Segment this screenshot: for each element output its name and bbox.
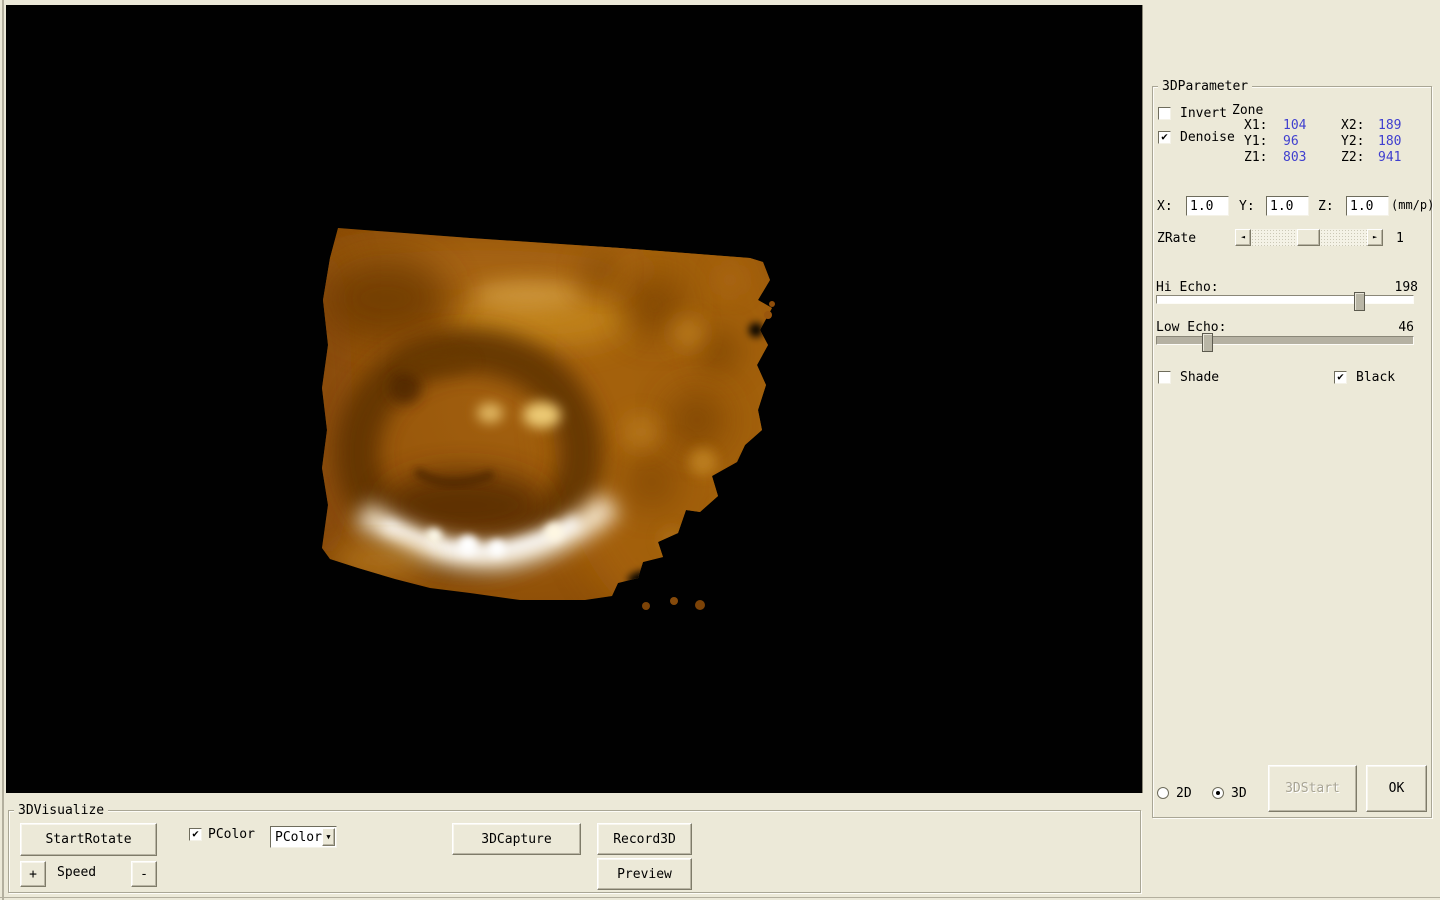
radio-dot-icon: [1216, 791, 1220, 795]
pcolor-checkbox[interactable]: ✔: [189, 828, 202, 841]
shade-checkbox[interactable]: [1158, 371, 1171, 384]
3dstart-button[interactable]: 3DStart: [1268, 765, 1357, 812]
zrate-label: ZRate: [1157, 231, 1197, 246]
scale-unit-label: (mm/p): [1391, 198, 1435, 212]
low-echo-label: Low Echo:: [1156, 320, 1227, 335]
3d-parameter-group-label: 3DParameter: [1158, 79, 1253, 94]
x-scale-input[interactable]: [1186, 196, 1229, 216]
zrate-scrollbar-thumb[interactable]: [1297, 229, 1320, 246]
mode-3d-label: 3D: [1231, 786, 1247, 801]
zrate-scroll-left-button[interactable]: ◄: [1235, 229, 1251, 246]
zone-y2-value: 180: [1378, 134, 1402, 149]
speed-label: Speed: [57, 865, 97, 880]
zone-x2-value: 189: [1378, 118, 1402, 133]
y-scale-label: Y:: [1239, 199, 1255, 214]
zone-z2-value: 941: [1378, 150, 1402, 165]
y-scale-input[interactable]: [1266, 196, 1309, 216]
black-label: Black: [1356, 370, 1396, 385]
zrate-scrollbar[interactable]: ◄ ►: [1235, 229, 1383, 246]
hi-echo-slider-track[interactable]: [1156, 292, 1414, 311]
hi-echo-label: Hi Echo:: [1156, 280, 1219, 295]
zrate-scrollbar-track[interactable]: [1251, 229, 1367, 246]
hi-echo-slider-thumb[interactable]: [1354, 292, 1365, 311]
zone-z1-value: 803: [1283, 150, 1307, 165]
start-rotate-button[interactable]: StartRotate: [20, 823, 157, 856]
z-scale-label: Z:: [1318, 199, 1334, 214]
zrate-value: 1: [1396, 231, 1404, 246]
pcolor-dropdown[interactable]: PColor ▼: [270, 826, 337, 848]
scrollbar-right-icon: ►: [1372, 233, 1378, 241]
preview-button[interactable]: Preview: [597, 858, 692, 890]
3d-visualize-group-label: 3DVisualize: [14, 803, 109, 818]
speed-minus-button[interactable]: -: [131, 861, 157, 887]
checkmark-icon: ✔: [192, 827, 199, 840]
checkmark-icon: ✔: [1161, 130, 1168, 143]
shade-label: Shade: [1180, 370, 1220, 385]
hi-echo-value: 198: [1394, 280, 1418, 295]
zone-y1-value: 96: [1283, 134, 1299, 149]
record3d-button[interactable]: Record3D: [597, 823, 692, 855]
pcolor-dropdown-button[interactable]: ▼: [321, 828, 335, 846]
zone-y1-label: Y1:: [1244, 134, 1268, 149]
mode-2d-radio[interactable]: [1157, 787, 1169, 799]
zrate-scroll-right-button[interactable]: ►: [1367, 229, 1383, 246]
volume-render: [322, 228, 775, 610]
pcolor-dropdown-value: PColor: [275, 829, 322, 845]
window-frame-bottom: [0, 897, 1440, 898]
invert-checkbox[interactable]: [1158, 107, 1171, 120]
pcolor-checkbox-label: PColor: [208, 827, 255, 842]
zone-z2-label: Z2:: [1341, 150, 1365, 165]
zone-x1-label: X1:: [1244, 118, 1268, 133]
checkmark-icon: ✔: [1337, 370, 1344, 383]
zone-y2-label: Y2:: [1341, 134, 1365, 149]
ok-button[interactable]: OK: [1366, 765, 1427, 812]
mode-2d-label: 2D: [1176, 786, 1192, 801]
zone-x1-value: 104: [1283, 118, 1307, 133]
mode-3d-radio[interactable]: [1212, 787, 1224, 799]
zone-label: Zone: [1232, 103, 1264, 118]
low-echo-slider-track[interactable]: [1156, 333, 1414, 352]
zone-x2-label: X2:: [1341, 118, 1365, 133]
black-checkbox[interactable]: ✔: [1334, 371, 1347, 384]
low-echo-slider-thumb[interactable]: [1202, 333, 1213, 352]
z-scale-input[interactable]: [1346, 196, 1389, 216]
denoise-checkbox[interactable]: ✔: [1158, 131, 1171, 144]
3dcapture-button[interactable]: 3DCapture: [452, 823, 581, 855]
speed-plus-button[interactable]: +: [20, 861, 46, 887]
scrollbar-left-icon: ◄: [1240, 233, 1246, 241]
3d-viewport[interactable]: [6, 5, 1143, 793]
dropdown-arrow-icon: ▼: [326, 832, 331, 841]
low-echo-value: 46: [1398, 320, 1414, 335]
denoise-label: Denoise: [1180, 130, 1235, 145]
app-window: 3DParameter Invert ✔ Denoise Zone X1: 10…: [0, 0, 1440, 900]
invert-label: Invert: [1180, 106, 1227, 121]
window-frame-left: [2, 0, 4, 900]
x-scale-label: X:: [1157, 199, 1173, 214]
zone-z1-label: Z1:: [1244, 150, 1268, 165]
